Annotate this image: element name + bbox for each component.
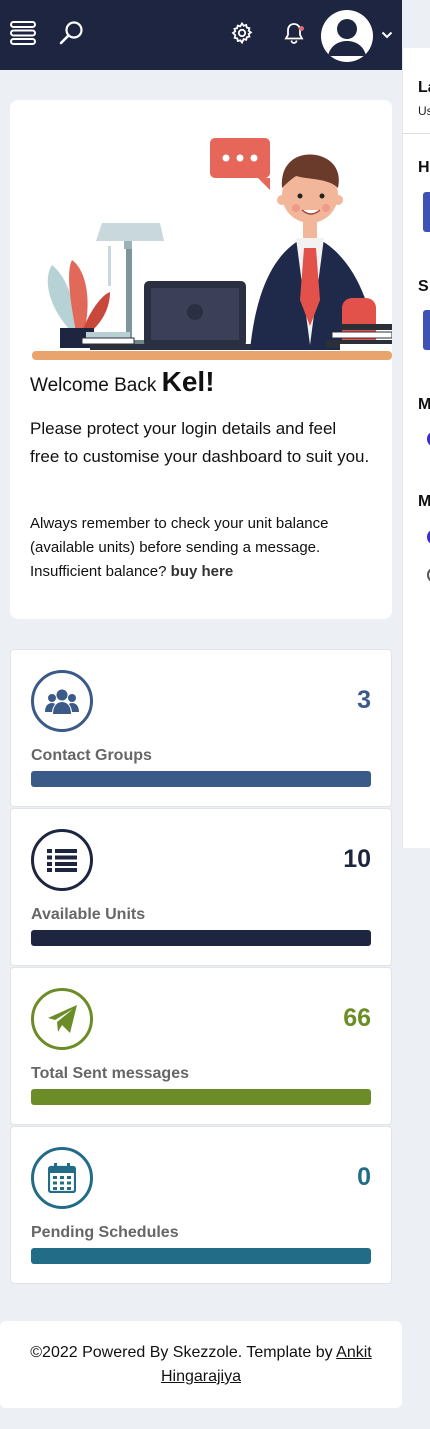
stat-card-available-units[interactable]: 10 Available Units (10, 808, 392, 966)
menu-toggle-button[interactable] (8, 0, 38, 70)
chevron-down-icon (381, 26, 393, 44)
welcome-card: Welcome Back Kel! Please protect your lo… (10, 100, 392, 619)
total-sent-bar (31, 1089, 371, 1105)
pending-schedules-label: Pending Schedules (31, 1224, 179, 1241)
contact-groups-label: Contact Groups (31, 747, 152, 764)
gear-icon (230, 21, 254, 50)
available-units-bar (31, 930, 371, 946)
settings-button[interactable] (228, 0, 256, 70)
total-sent-value: 66 (343, 1004, 371, 1032)
pending-schedules-value: 0 (357, 1163, 371, 1191)
total-sent-label: Total Sent messages (31, 1065, 189, 1082)
user-icon (321, 19, 373, 62)
panel-subtitle: Us (418, 104, 430, 118)
user-name: Kel! (161, 366, 215, 397)
footer-text: ©2022 Powered By Skezzole. Template by (30, 1344, 333, 1361)
notifications-button[interactable] (278, 0, 310, 70)
stat-card-pending-schedules[interactable]: 0 Pending Schedules (10, 1126, 392, 1284)
notification-dot (299, 26, 304, 31)
available-units-label: Available Units (31, 906, 146, 923)
panel-section-heading-3: M (418, 396, 430, 413)
list-icon (31, 829, 93, 891)
settings-side-panel: La Us H S M M (402, 48, 430, 848)
search-button[interactable] (56, 0, 86, 70)
avatar[interactable] (321, 10, 373, 62)
welcome-illustration (32, 138, 392, 360)
panel-section-heading-4: M (418, 493, 430, 510)
contact-groups-bar (31, 771, 371, 787)
welcome-message: Please protect your login details and fe… (30, 419, 370, 466)
paper-plane-icon (31, 988, 93, 1050)
footer: ©2022 Powered By Skezzole. Template by A… (0, 1321, 402, 1408)
users-icon (31, 670, 93, 732)
search-icon (58, 20, 84, 51)
panel-option-button-1[interactable] (423, 192, 430, 232)
calendar-icon (31, 1147, 93, 1209)
available-units-value: 10 (343, 845, 371, 873)
panel-section-heading-1: H (418, 159, 430, 176)
panel-section-heading-2: S (418, 278, 429, 295)
bell-icon (283, 21, 305, 50)
welcome-greeting: Welcome Back (30, 375, 157, 396)
balance-reminder: Always remember to check your unit balan… (30, 512, 375, 584)
top-navbar (0, 0, 402, 70)
buy-here-link[interactable]: buy here (171, 563, 234, 580)
panel-divider (403, 133, 430, 134)
panel-option-button-2[interactable] (423, 310, 430, 350)
contact-groups-value: 3 (357, 686, 371, 714)
profile-dropdown-toggle[interactable] (378, 0, 396, 70)
stat-card-total-sent[interactable]: 66 Total Sent messages (10, 967, 392, 1125)
stat-card-contact-groups[interactable]: 3 Contact Groups (10, 649, 392, 807)
welcome-heading: Welcome Back Kel! (30, 366, 215, 398)
menu-icon (10, 20, 36, 50)
pending-schedules-bar (31, 1248, 371, 1264)
panel-title: La (418, 79, 430, 96)
